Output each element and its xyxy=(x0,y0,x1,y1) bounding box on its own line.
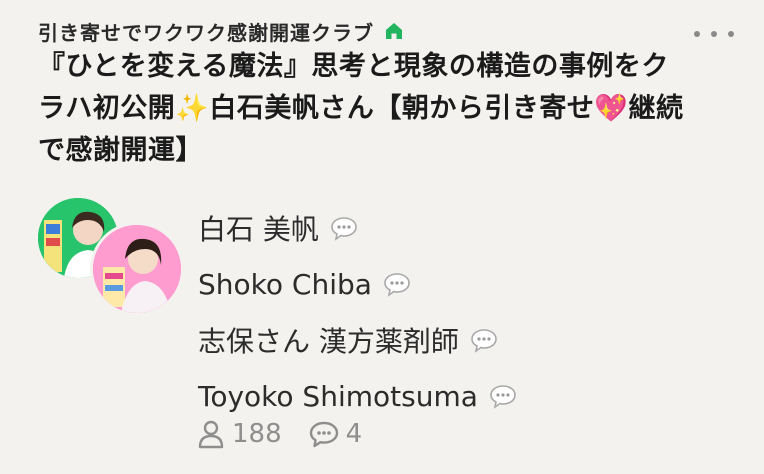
chat-bubble-icon xyxy=(488,383,518,409)
speaker-list: 白石 美帆 Shoko Chiba 志保さん 漢方薬剤師 Toyoko Shim… xyxy=(198,200,518,424)
listener-count: 188 xyxy=(196,419,282,449)
person-icon xyxy=(198,420,224,449)
avatar xyxy=(90,222,184,316)
speaker-name[interactable]: 志保さん 漢方薬剤師 xyxy=(198,320,459,360)
chat-bubble-icon xyxy=(382,271,412,297)
comment-count-value: 4 xyxy=(345,419,363,449)
speaker-avatars[interactable] xyxy=(38,198,184,316)
more-button[interactable] xyxy=(694,24,734,44)
club-header[interactable]: 引き寄せでワクワク感謝開運クラブ xyxy=(38,16,404,46)
room-stats: 188 4 xyxy=(196,414,388,454)
chat-bubble-icon xyxy=(469,327,499,353)
speaker-name[interactable]: 白石 美帆 xyxy=(198,208,319,248)
room-card[interactable]: 引き寄せでワクワク感謝開運クラブ 『ひとを変える魔法』思考と現象の構造の事例をク… xyxy=(0,0,764,474)
speaker-row[interactable]: 志保さん 漢方薬剤師 xyxy=(198,312,518,368)
home-icon xyxy=(384,21,404,41)
room-title[interactable]: 『ひとを変える魔法』思考と現象の構造の事例をクラハ初公開✨白石美帆さん【朝から引… xyxy=(38,46,688,172)
speaker-name[interactable]: Shoko Chiba xyxy=(198,268,372,301)
chat-bubble-icon xyxy=(329,215,359,241)
speaker-name[interactable]: Toyoko Shimotsuma xyxy=(198,380,478,413)
comment-icon xyxy=(309,421,338,448)
comment-count: 4 xyxy=(308,419,363,449)
speaker-row[interactable]: Shoko Chiba xyxy=(198,256,518,312)
club-name[interactable]: 引き寄せでワクワク感謝開運クラブ xyxy=(38,17,374,46)
more-icon xyxy=(694,31,700,37)
speaker-row[interactable]: 白石 美帆 xyxy=(198,200,518,256)
listener-count-value: 188 xyxy=(232,419,282,449)
